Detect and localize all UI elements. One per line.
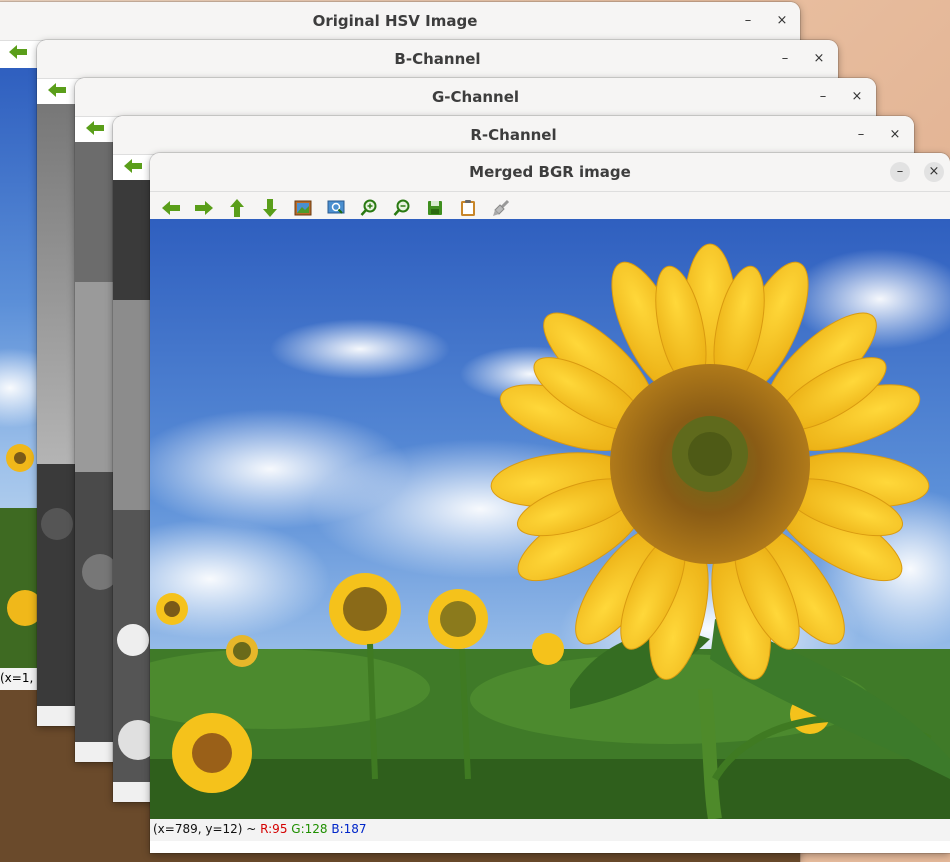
back-arrow-icon[interactable] xyxy=(160,197,182,219)
close-button[interactable]: × xyxy=(924,162,944,182)
minimize-button[interactable]: – xyxy=(738,11,758,31)
titlebar[interactable]: B-Channel – × xyxy=(37,40,838,79)
down-arrow-icon[interactable] xyxy=(259,197,281,219)
zoom-out-icon[interactable] xyxy=(391,197,413,219)
back-arrow-icon[interactable] xyxy=(8,44,28,65)
back-arrow-icon[interactable] xyxy=(85,120,105,141)
merged-image-canvas[interactable] xyxy=(150,219,950,819)
titlebar[interactable]: Merged BGR image – × xyxy=(150,153,950,192)
brush-icon[interactable] xyxy=(490,197,512,219)
titlebar[interactable]: Original HSV Image – × xyxy=(0,2,800,41)
status-b-value: B:187 xyxy=(331,822,367,836)
minimize-button[interactable]: – xyxy=(890,162,910,182)
minimize-button[interactable]: – xyxy=(775,49,795,69)
titlebar[interactable]: R-Channel – × xyxy=(113,116,914,155)
minimize-button[interactable]: – xyxy=(851,125,871,145)
back-arrow-icon[interactable] xyxy=(123,158,143,179)
status-coords: (x=789, y=12) ~ xyxy=(153,822,261,836)
up-arrow-icon[interactable] xyxy=(226,197,248,219)
window-title: G-Channel xyxy=(431,88,520,106)
titlebar[interactable]: G-Channel – × xyxy=(75,78,876,117)
zoom-in-icon[interactable] xyxy=(358,197,380,219)
status-bar: (x=789, y=12) ~ R:95 G:128 B:187 xyxy=(150,819,950,841)
status-g-value: G:128 xyxy=(291,822,328,836)
window-title: B-Channel xyxy=(394,50,481,68)
image-icon[interactable] xyxy=(292,197,314,219)
clipboard-icon[interactable] xyxy=(457,197,479,219)
window-title: Merged BGR image xyxy=(469,163,631,181)
minimize-button[interactable]: – xyxy=(813,87,833,107)
status-r-value: R:95 xyxy=(260,822,288,836)
close-button[interactable]: × xyxy=(885,125,905,145)
save-icon[interactable] xyxy=(424,197,446,219)
back-arrow-icon[interactable] xyxy=(47,82,67,103)
window-merged-bgr[interactable]: Merged BGR image – × (x=789, y=12) ~ R:9… xyxy=(150,153,950,853)
window-title: Original HSV Image xyxy=(312,12,478,30)
close-button[interactable]: × xyxy=(847,87,867,107)
close-button[interactable]: × xyxy=(772,11,792,31)
close-button[interactable]: × xyxy=(809,49,829,69)
zoom-fit-icon[interactable] xyxy=(325,197,347,219)
window-title: R-Channel xyxy=(470,126,557,144)
forward-arrow-icon[interactable] xyxy=(193,197,215,219)
